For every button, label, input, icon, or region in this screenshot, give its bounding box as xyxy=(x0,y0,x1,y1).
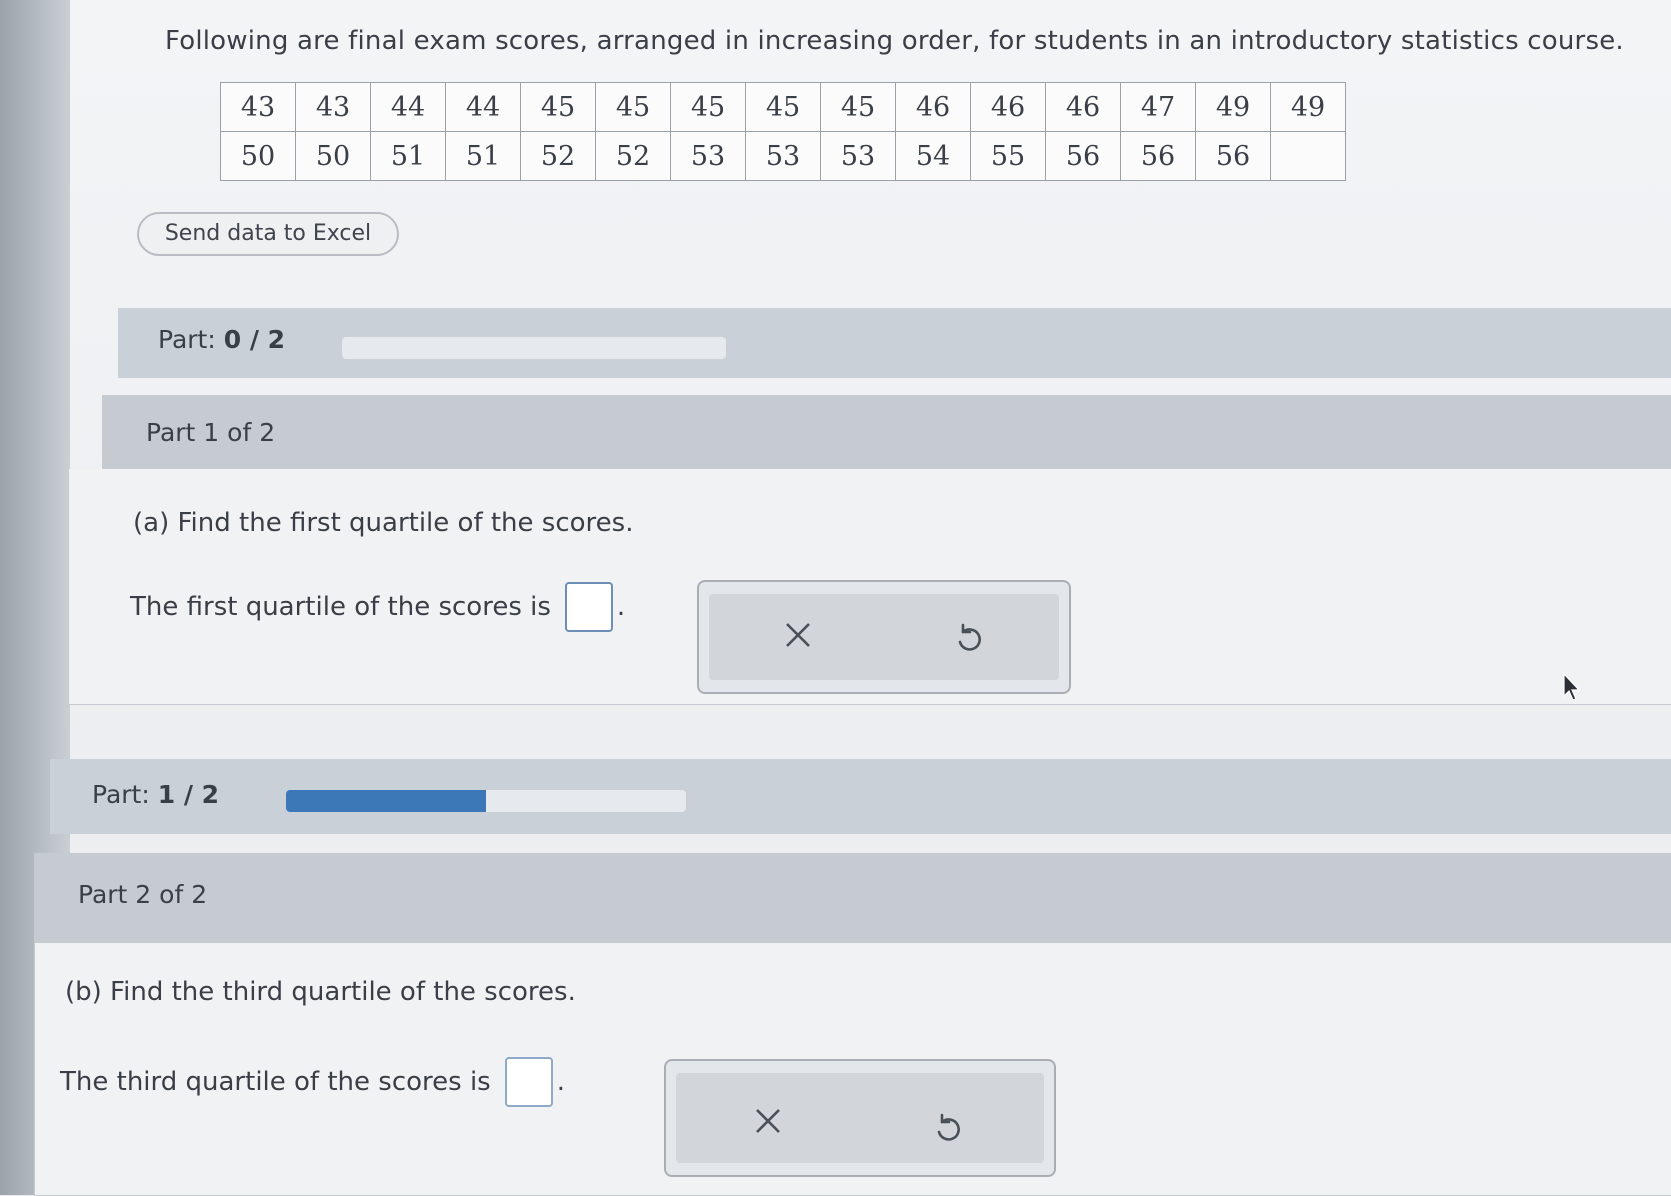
mouse-cursor-icon xyxy=(1562,672,1582,706)
table-row: 50 50 51 51 52 52 53 53 53 54 55 56 56 5… xyxy=(220,131,1346,181)
scores-table: 43 43 44 44 45 45 45 45 45 46 46 46 47 4… xyxy=(220,82,1346,181)
table-cell: 56 xyxy=(1120,131,1196,181)
part-2-answer-line: The third quartile of the scores is . xyxy=(60,1057,565,1107)
table-cell: 45 xyxy=(595,82,671,132)
table-cell: 53 xyxy=(745,131,821,181)
action-panel-inner xyxy=(676,1073,1044,1163)
table-row: 43 43 44 44 45 45 45 45 45 46 46 46 47 4… xyxy=(220,82,1346,132)
table-cell: 45 xyxy=(670,82,746,132)
table-cell: 53 xyxy=(820,131,896,181)
part-2-question: (b) Find the third quartile of the score… xyxy=(65,977,576,1007)
undo-button[interactable] xyxy=(925,1106,971,1152)
table-cell: 45 xyxy=(520,82,596,132)
table-cell: 46 xyxy=(1045,82,1121,132)
progress-label-text: Part: xyxy=(158,325,216,354)
table-cell: 52 xyxy=(595,131,671,181)
progress-label-text: Part: xyxy=(92,780,150,809)
part-1-question: (a) Find the first quartile of the score… xyxy=(133,508,634,538)
progress-value: 1 / 2 xyxy=(157,780,220,809)
table-cell: 46 xyxy=(970,82,1046,132)
close-icon xyxy=(786,623,810,647)
clear-button[interactable] xyxy=(775,612,821,658)
table-cell: 52 xyxy=(520,131,596,181)
table-cell: 44 xyxy=(370,82,446,132)
progress-bar xyxy=(286,790,686,812)
answer-suffix: . xyxy=(556,1067,565,1097)
table-cell: 56 xyxy=(1195,131,1271,181)
third-quartile-input[interactable] xyxy=(504,1057,553,1107)
undo-icon xyxy=(937,1113,960,1141)
undo-button[interactable] xyxy=(946,616,992,662)
table-cell: 49 xyxy=(1270,82,1346,132)
table-cell: 45 xyxy=(745,82,821,132)
progress-bar xyxy=(342,337,726,359)
action-panel-inner xyxy=(709,594,1059,680)
send-to-excel-button[interactable]: Send data to Excel xyxy=(137,212,399,256)
part-progress-label: Part: 1 / 2 xyxy=(92,780,219,809)
part-2-action-panel xyxy=(664,1059,1056,1177)
table-cell xyxy=(1270,131,1346,181)
part-1-header xyxy=(102,395,1671,469)
table-cell: 51 xyxy=(370,131,446,181)
first-quartile-input[interactable] xyxy=(564,582,613,632)
answer-suffix: . xyxy=(616,592,626,622)
answer-prefix: The first quartile of the scores is xyxy=(130,592,551,622)
undo-icon xyxy=(958,623,981,651)
part-progress-label: Part: 0 / 2 xyxy=(158,325,285,354)
table-cell: 50 xyxy=(295,131,371,181)
table-cell: 51 xyxy=(445,131,521,181)
part-1-action-panel xyxy=(697,580,1071,694)
table-cell: 43 xyxy=(295,82,371,132)
answer-prefix: The third quartile of the scores is xyxy=(60,1067,491,1097)
clear-button[interactable] xyxy=(745,1098,791,1144)
table-cell: 47 xyxy=(1120,82,1196,132)
table-cell: 55 xyxy=(970,131,1046,181)
table-cell: 53 xyxy=(670,131,746,181)
close-icon xyxy=(756,1109,780,1133)
table-cell: 43 xyxy=(220,82,296,132)
table-cell: 56 xyxy=(1045,131,1121,181)
table-cell: 54 xyxy=(895,131,971,181)
problem-statement: Following are final exam scores, arrange… xyxy=(165,26,1624,56)
table-cell: 44 xyxy=(445,82,521,132)
progress-bar-fill xyxy=(286,790,486,812)
progress-value: 0 / 2 xyxy=(223,325,286,354)
part-2-header xyxy=(34,853,1671,943)
table-cell: 50 xyxy=(220,131,296,181)
table-cell: 49 xyxy=(1195,82,1271,132)
part-1-title: Part 1 of 2 xyxy=(146,418,276,447)
table-cell: 46 xyxy=(895,82,971,132)
table-cell: 45 xyxy=(820,82,896,132)
part-2-title: Part 2 of 2 xyxy=(78,880,208,909)
part-1-answer-line: The first quartile of the scores is . xyxy=(130,582,625,632)
